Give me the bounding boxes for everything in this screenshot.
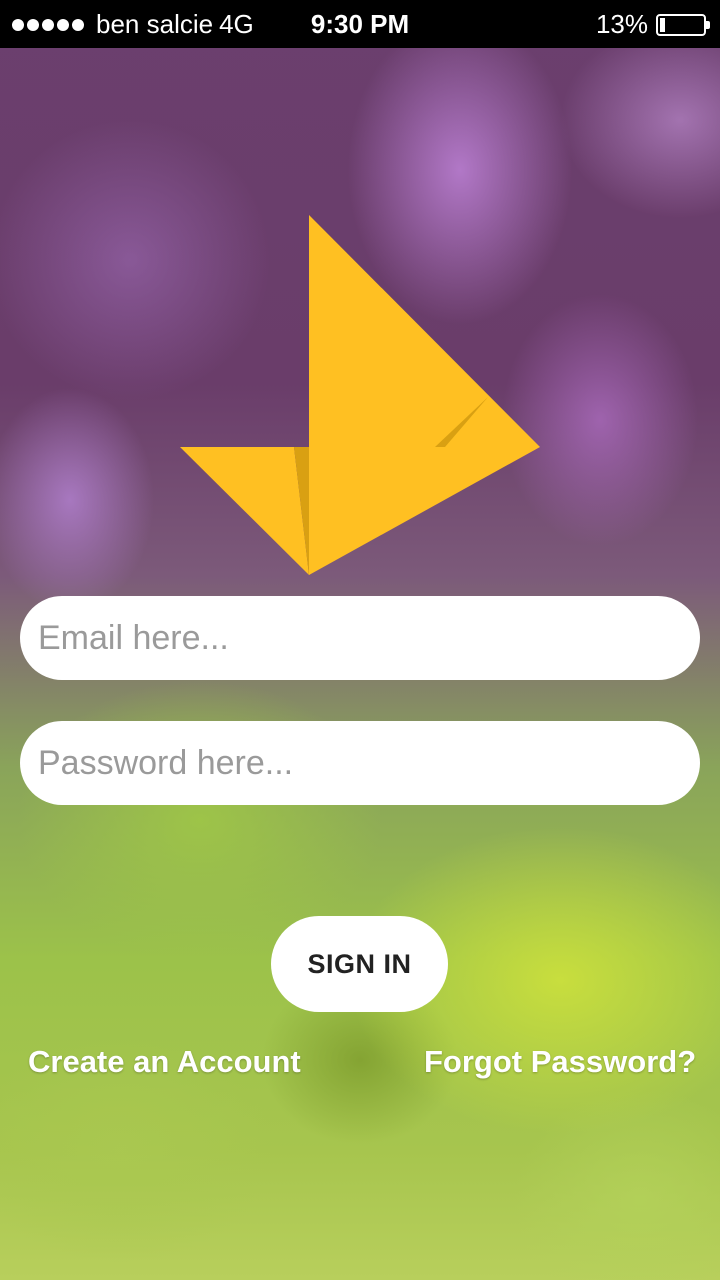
battery-percent: 13% xyxy=(595,9,648,39)
forgot-password-link[interactable]: Forgot Password? xyxy=(424,1044,696,1080)
status-bar: ben salcie 4G 9:30 PM 13% xyxy=(0,0,720,48)
status-right: 13% xyxy=(595,9,710,40)
battery-icon xyxy=(656,13,710,36)
origami-bird-logo-icon xyxy=(180,215,540,575)
battery-level-fill xyxy=(660,17,666,32)
email-input[interactable] xyxy=(20,596,700,680)
sign-in-button[interactable]: SIGN IN xyxy=(271,916,448,1012)
password-input[interactable] xyxy=(20,721,700,805)
create-account-link[interactable]: Create an Account xyxy=(28,1044,301,1080)
login-screen: ben salcie 4G 9:30 PM 13% SIGN IN Create… xyxy=(0,0,720,1280)
